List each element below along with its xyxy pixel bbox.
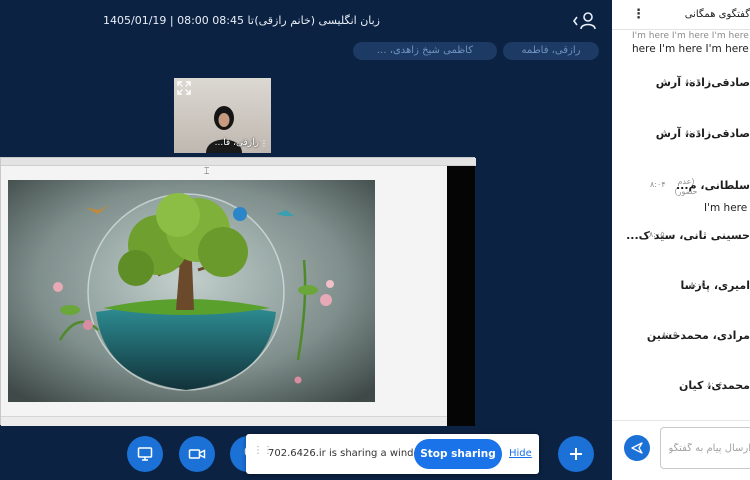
screen-share-notification: ⋮⋮ 702.6426.ir is sharing a window. Stop… bbox=[246, 434, 539, 474]
chat-panel: ⋮ گفتگوی همگانی I'm here I'm here I'm he… bbox=[612, 0, 750, 480]
chat-message-sender: صادقی‌زاده، آرش bbox=[655, 76, 750, 89]
shared-window-titlebar bbox=[1, 158, 476, 166]
chat-message-sender: صادقی‌زاده، آرش bbox=[655, 127, 750, 140]
shared-window: ⌶ bbox=[0, 157, 476, 426]
camera-button[interactable] bbox=[179, 436, 215, 472]
webcam-menu-icon[interactable]: ⋮ bbox=[260, 139, 268, 148]
chat-message-time: ۸:۰۵ bbox=[690, 280, 706, 289]
chat-message-time: ۸:۰۵ bbox=[649, 230, 665, 239]
shared-window-dark-edge bbox=[447, 166, 475, 426]
expand-icon[interactable] bbox=[176, 80, 192, 96]
webcam-label: رازقی، فا... bbox=[214, 138, 259, 148]
meeting-title: زبان انگلیسی (خانم رازقی) bbox=[254, 14, 380, 27]
hide-link[interactable]: Hide bbox=[509, 448, 532, 459]
chat-input-row bbox=[612, 420, 750, 480]
sharing-notice-text: 702.6426.ir is sharing a window. bbox=[268, 448, 431, 459]
top-bar: زبان انگلیسی (خانم رازقی) 1405/01/19 | 0… bbox=[0, 0, 612, 42]
meeting-date-time: 1405/01/19 | 08:00 تا 08:45 bbox=[103, 14, 254, 27]
video-camera-icon bbox=[188, 449, 206, 459]
chat-header: ⋮ گفتگوی همگانی bbox=[612, 0, 750, 30]
chat-message-text: here I'm here I'm here bbox=[632, 43, 749, 55]
chat-message-status: (عدم حضور) bbox=[674, 177, 698, 196]
drag-handle-icon[interactable]: ⋮⋮ bbox=[253, 446, 273, 461]
webcam-tile[interactable]: رازقی، فا... ⋮ bbox=[174, 78, 271, 153]
chat-options-icon[interactable]: ⋮ bbox=[632, 7, 645, 22]
mouse-cursor-icon: ⌶ bbox=[204, 167, 210, 177]
chat-message-time: ۸:۰۶ bbox=[707, 380, 723, 389]
participant-chip[interactable]: رازقی، فاطمه bbox=[503, 42, 599, 60]
chat-message-time: ۸:۰۴ bbox=[650, 180, 666, 189]
meeting-stage: زبان انگلیسی (خانم رازقی) 1405/01/19 | 0… bbox=[0, 0, 612, 480]
chat-message-time: ۸:۰۴ bbox=[685, 128, 701, 137]
chat-message-sender: حسینی ثانی، سید ک... bbox=[626, 229, 750, 242]
chat-message-input[interactable] bbox=[660, 427, 750, 469]
actions-plus-button[interactable] bbox=[558, 436, 594, 472]
chat-previous-text: I'm here I'm here I'm here bbox=[632, 31, 749, 41]
send-button[interactable] bbox=[624, 435, 650, 461]
user-toggle-icon[interactable] bbox=[572, 10, 598, 32]
plus-icon bbox=[570, 448, 582, 460]
shared-window-statusbar bbox=[1, 416, 447, 426]
chat-message-time: ۸:۰۵ bbox=[662, 330, 678, 339]
stop-sharing-button[interactable]: Stop sharing bbox=[414, 439, 502, 469]
share-screen-button[interactable] bbox=[127, 436, 163, 472]
shared-image bbox=[8, 180, 375, 402]
send-icon bbox=[631, 442, 643, 454]
chat-title: گفتگوی همگانی bbox=[684, 9, 750, 20]
participant-chip[interactable]: کاظمی شیخ زاهدی، ... bbox=[353, 42, 497, 60]
chat-message-text: I'm here bbox=[704, 202, 748, 214]
monitor-icon bbox=[137, 447, 153, 461]
chat-message-time: ۸:۰۴ bbox=[685, 77, 701, 86]
